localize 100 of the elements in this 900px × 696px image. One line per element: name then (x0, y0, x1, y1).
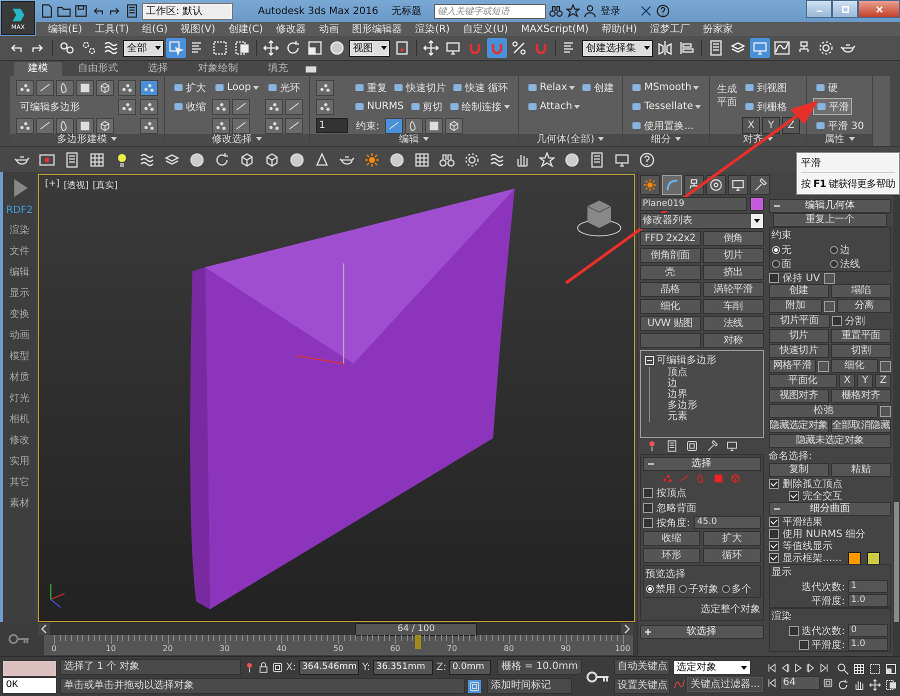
radio-button[interactable] (772, 260, 780, 268)
vertex-icon[interactable] (264, 98, 283, 114)
menu-item[interactable]: 渲梦工厂 (650, 22, 690, 36)
previous-frame-icon[interactable] (38, 622, 50, 634)
vertex-icon[interactable] (140, 98, 158, 114)
stack-subitem[interactable]: 元素 (648, 411, 759, 422)
edge-icon[interactable] (284, 118, 303, 134)
polygon-icon[interactable] (425, 118, 444, 134)
vertex-icon[interactable] (212, 118, 230, 134)
geometry-button[interactable]: 塌陷 (830, 284, 891, 298)
spinner-field[interactable]: 1 (316, 118, 348, 133)
viewport-label[interactable]: [透视] (64, 179, 89, 192)
modifier-button[interactable]: 壳 (640, 265, 701, 280)
first-icon[interactable] (767, 663, 777, 673)
radio-button[interactable] (830, 246, 838, 254)
motion-icon[interactable] (706, 175, 726, 195)
zoom-icon[interactable] (837, 662, 849, 674)
radio-button[interactable] (830, 260, 838, 268)
box-icon[interactable] (96, 118, 114, 134)
axis-button[interactable]: Y (857, 374, 873, 388)
sidebar-item[interactable]: 其它 (10, 475, 30, 489)
object-color-swatch[interactable] (750, 197, 764, 211)
geometry-button[interactable]: 切片 (768, 329, 829, 343)
sidebar-item[interactable]: 动画 (10, 328, 30, 342)
border-icon[interactable] (405, 118, 424, 134)
sidebar-item[interactable]: 素材 (10, 496, 30, 510)
ribbon-tool-button[interactable]: 平滑 (813, 98, 852, 115)
settings-button[interactable] (824, 300, 836, 312)
current-frame-field[interactable]: 64 (780, 676, 820, 690)
geometry-button[interactable]: 视图对齐 (768, 389, 829, 403)
question-icon[interactable] (656, 4, 670, 18)
curvekey-icon[interactable] (674, 679, 686, 690)
ribbon-tool-button[interactable]: Tessellate (629, 99, 704, 114)
menu-item[interactable]: 动画 (319, 22, 340, 36)
ribbon-tool-button[interactable]: MSmooth (629, 80, 702, 95)
make-planar-button[interactable]: 生成平面 (716, 82, 738, 108)
ribbon-tool-button[interactable]: 快速 循环 (450, 80, 510, 95)
sidebar-item[interactable]: 灯光 (10, 391, 30, 405)
maximize-button[interactable] (832, 0, 858, 18)
checkbox[interactable] (832, 316, 842, 326)
edge-icon[interactable] (36, 80, 54, 96)
menu-item[interactable]: 图形编辑器 (352, 22, 402, 36)
color-swatch[interactable] (848, 552, 861, 564)
ribbon-tool-button[interactable]: 到视图 (742, 80, 790, 95)
settings-button[interactable] (880, 406, 891, 416)
vertex-icon[interactable] (140, 118, 158, 134)
ribbon-tool-button[interactable]: Attach (524, 99, 582, 114)
vertex-icon[interactable] (16, 80, 34, 96)
geometry-button[interactable]: 切片平面 (768, 314, 830, 328)
ribbon-tool-button[interactable]: 收缩 (171, 99, 208, 114)
viewport[interactable]: [+] [透视] [真实] (38, 174, 635, 622)
scale-icon[interactable] (885, 662, 897, 674)
group-label[interactable]: 细分 (623, 134, 710, 146)
coordinate-field[interactable]: 364.546mm (299, 660, 360, 674)
listener-output-field[interactable] (3, 660, 56, 676)
binoculars-icon[interactable] (549, 4, 564, 18)
login-link[interactable]: 登录 (600, 4, 620, 18)
spinner-field[interactable]: 1.0 (848, 638, 888, 651)
checkbox[interactable] (768, 541, 779, 551)
border-icon[interactable] (56, 118, 74, 134)
checkbox[interactable] (642, 502, 653, 512)
sidebar-item[interactable]: 显示 (10, 286, 30, 300)
sidebar-item[interactable]: 模型 (10, 349, 30, 363)
spinner-field[interactable]: 1 (848, 580, 888, 593)
ribbon-tab[interactable]: 建模 (14, 62, 62, 76)
edge-icon[interactable] (284, 98, 303, 114)
viewport-label[interactable]: [+] (45, 179, 60, 192)
geometry-button[interactable]: 松弛 (768, 404, 878, 418)
toolbar-dropdown[interactable]: 创建选择集 (582, 40, 653, 56)
checkbox[interactable] (768, 517, 779, 527)
radio-button[interactable] (772, 246, 780, 254)
named-selection-button[interactable]: 复制 (768, 463, 829, 477)
doc-icon[interactable] (40, 4, 54, 18)
move-icon[interactable] (421, 38, 441, 58)
ribbon-tool-button[interactable]: 硬 (813, 80, 840, 95)
select-icon[interactable] (166, 38, 186, 58)
geometry-button[interactable]: 切割 (830, 344, 891, 358)
settings-button[interactable] (824, 272, 835, 284)
cross-icon[interactable] (639, 4, 654, 18)
edge-icon[interactable] (232, 118, 250, 134)
checkbox[interactable] (768, 553, 779, 563)
color-swatch[interactable] (866, 552, 880, 564)
hammer-icon[interactable] (750, 175, 770, 195)
coordinate-field[interactable]: 36.351mm (373, 660, 434, 674)
polygon-icon[interactable] (76, 80, 94, 96)
sidebar-item[interactable]: 编辑 (10, 265, 30, 279)
view-cube-drawing[interactable] (577, 200, 622, 236)
box-icon[interactable] (96, 80, 114, 96)
sun-icon[interactable] (640, 175, 660, 195)
geometry-button[interactable]: 平面化 (768, 374, 837, 388)
modifier-list-dropdown[interactable]: 修改器列表 (640, 213, 764, 229)
geometry-button[interactable]: 栅格对齐 (830, 389, 891, 403)
rotate-icon[interactable] (837, 678, 849, 690)
menu-item[interactable]: MAXScript(M) (520, 24, 589, 34)
geometry-button[interactable]: 细化 (830, 359, 878, 373)
ribbon-tab[interactable]: 对象绘制 (184, 62, 252, 76)
vertex-icon[interactable] (316, 80, 334, 96)
vertex-icon[interactable] (16, 118, 34, 134)
sidebar-item[interactable]: 相机 (10, 412, 30, 426)
curve-icon[interactable] (662, 175, 682, 195)
